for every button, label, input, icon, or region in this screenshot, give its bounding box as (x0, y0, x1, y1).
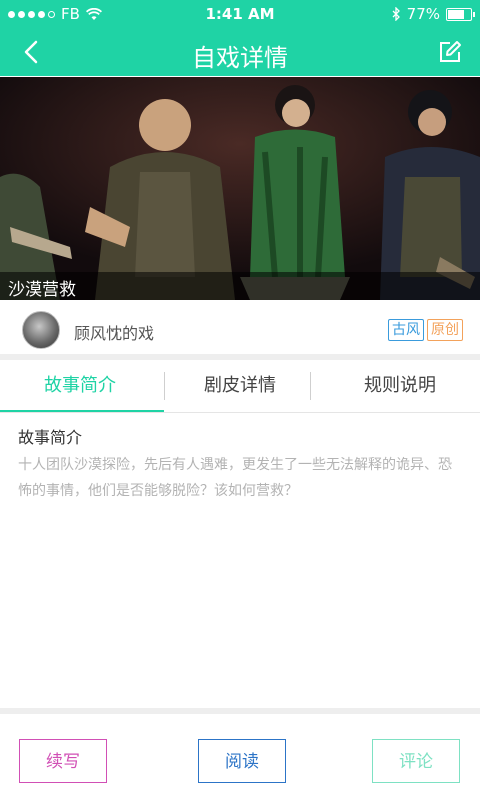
continue-writing-button[interactable]: 续写 (19, 739, 107, 783)
original-tag: 原创 (427, 319, 463, 341)
detail-tabs: 故事简介 剧皮详情 规则说明 (0, 362, 480, 413)
battery-percent: 77% (406, 5, 440, 23)
story-cover-image: 沙漠营救 (0, 77, 480, 300)
action-bar: 续写 阅读 评论 (0, 708, 480, 806)
author-row[interactable]: 顾风忱的戏 古风 原创 (0, 302, 480, 360)
edit-icon[interactable] (436, 38, 464, 66)
battery-icon (446, 7, 475, 21)
tab-divider (310, 372, 311, 400)
read-button[interactable]: 阅读 (198, 739, 286, 783)
genre-tag: 古风 (388, 319, 424, 341)
author-avatar[interactable] (22, 311, 60, 349)
tab-story-intro[interactable]: 故事简介 (0, 362, 160, 412)
page-title: 自戏详情 (192, 44, 288, 72)
bluetooth-icon (392, 7, 400, 21)
status-bar: FB 1:41 AM 77% (0, 0, 480, 28)
story-title: 沙漠营救 (8, 280, 76, 300)
story-intro-panel: 故事简介 十人团队沙漠探险，先后有人遇难，更发生了一些无法解释的诡异、恐怖的事情… (18, 424, 462, 504)
nav-bar: 自戏详情 (0, 28, 480, 76)
tab-rules[interactable]: 规则说明 (320, 362, 480, 412)
tab-skin-details[interactable]: 剧皮详情 (160, 362, 320, 412)
intro-heading: 故事简介 (18, 428, 83, 447)
comment-button[interactable]: 评论 (372, 739, 460, 783)
tab-divider (164, 372, 165, 400)
cover-illustration (0, 77, 480, 300)
author-name[interactable]: 顾风忱的戏 (74, 320, 154, 344)
status-right-group: 77% (392, 5, 475, 23)
active-tab-indicator (0, 410, 164, 412)
cover-caption-bar: 沙漠营救 (0, 272, 480, 300)
intro-text: 十人团队沙漠探险，先后有人遇难，更发生了一些无法解释的诡异、恐怖的事情，他们是否… (18, 457, 452, 499)
